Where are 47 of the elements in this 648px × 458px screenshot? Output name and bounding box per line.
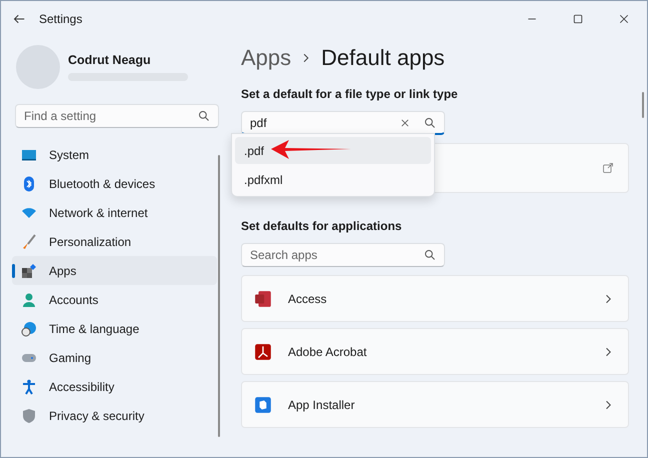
app-search-input[interactable]: Search apps — [250, 248, 424, 262]
sidebar-item[interactable]: Time & language — [12, 314, 217, 343]
maximize-icon — [573, 14, 583, 24]
sidebar-item[interactable]: Personalization — [12, 227, 217, 256]
search-icon — [424, 116, 436, 128]
sidebar-item[interactable]: Accessibility — [12, 372, 217, 401]
close-icon — [619, 14, 629, 24]
app-row[interactable]: Access — [241, 275, 629, 322]
sidebar-item[interactable]: Apps — [12, 256, 217, 285]
scrollbar[interactable] — [642, 92, 644, 118]
page-title: Default apps — [321, 45, 445, 71]
file-type-search-field[interactable]: pdf — [241, 111, 445, 135]
suggestion-item[interactable]: .pdfxml — [235, 166, 431, 193]
search-input[interactable]: Find a setting — [24, 109, 198, 123]
search-icon — [198, 110, 210, 122]
app-row[interactable]: Adobe Acrobat — [241, 328, 629, 375]
user-name: Codrut Neagu — [68, 53, 152, 67]
search-icon — [424, 249, 436, 261]
breadcrumb-parent[interactable]: Apps — [241, 45, 292, 71]
sidebar-item[interactable]: Bluetooth & devices — [12, 169, 217, 198]
back-arrow-icon[interactable] — [13, 13, 25, 25]
app-row[interactable]: App Installer — [241, 381, 629, 428]
external-link-icon — [602, 162, 614, 174]
accessibility-icon — [21, 378, 37, 394]
apps-icon — [21, 262, 37, 278]
sidebar-item[interactable]: Gaming — [12, 343, 217, 372]
acrobat-icon — [254, 342, 272, 360]
sidebar-item[interactable]: System — [12, 140, 217, 169]
clear-icon — [400, 118, 410, 128]
sidebar-item[interactable]: Accounts — [12, 285, 217, 314]
scrollbar[interactable] — [218, 155, 220, 437]
paintbrush-icon — [21, 234, 37, 250]
suggestion-item[interactable]: .pdf — [235, 137, 431, 164]
access-icon — [254, 290, 272, 308]
bluetooth-icon — [21, 176, 37, 192]
shield-icon — [21, 408, 37, 424]
file-type-search-input[interactable]: pdf — [250, 116, 400, 130]
section-heading: Set defaults for applications — [241, 219, 403, 233]
search-field[interactable]: Find a setting — [15, 104, 219, 128]
chevron-right-icon — [301, 53, 312, 63]
section-heading: Set a default for a file type or link type — [241, 87, 459, 101]
app-search-field[interactable]: Search apps — [241, 243, 445, 267]
selection-indicator — [12, 264, 15, 278]
window-title: Settings — [39, 12, 82, 26]
sidebar-item[interactable]: Privacy & security — [12, 401, 217, 430]
sidebar-item[interactable]: Network & internet — [12, 198, 217, 227]
person-icon — [21, 292, 37, 308]
